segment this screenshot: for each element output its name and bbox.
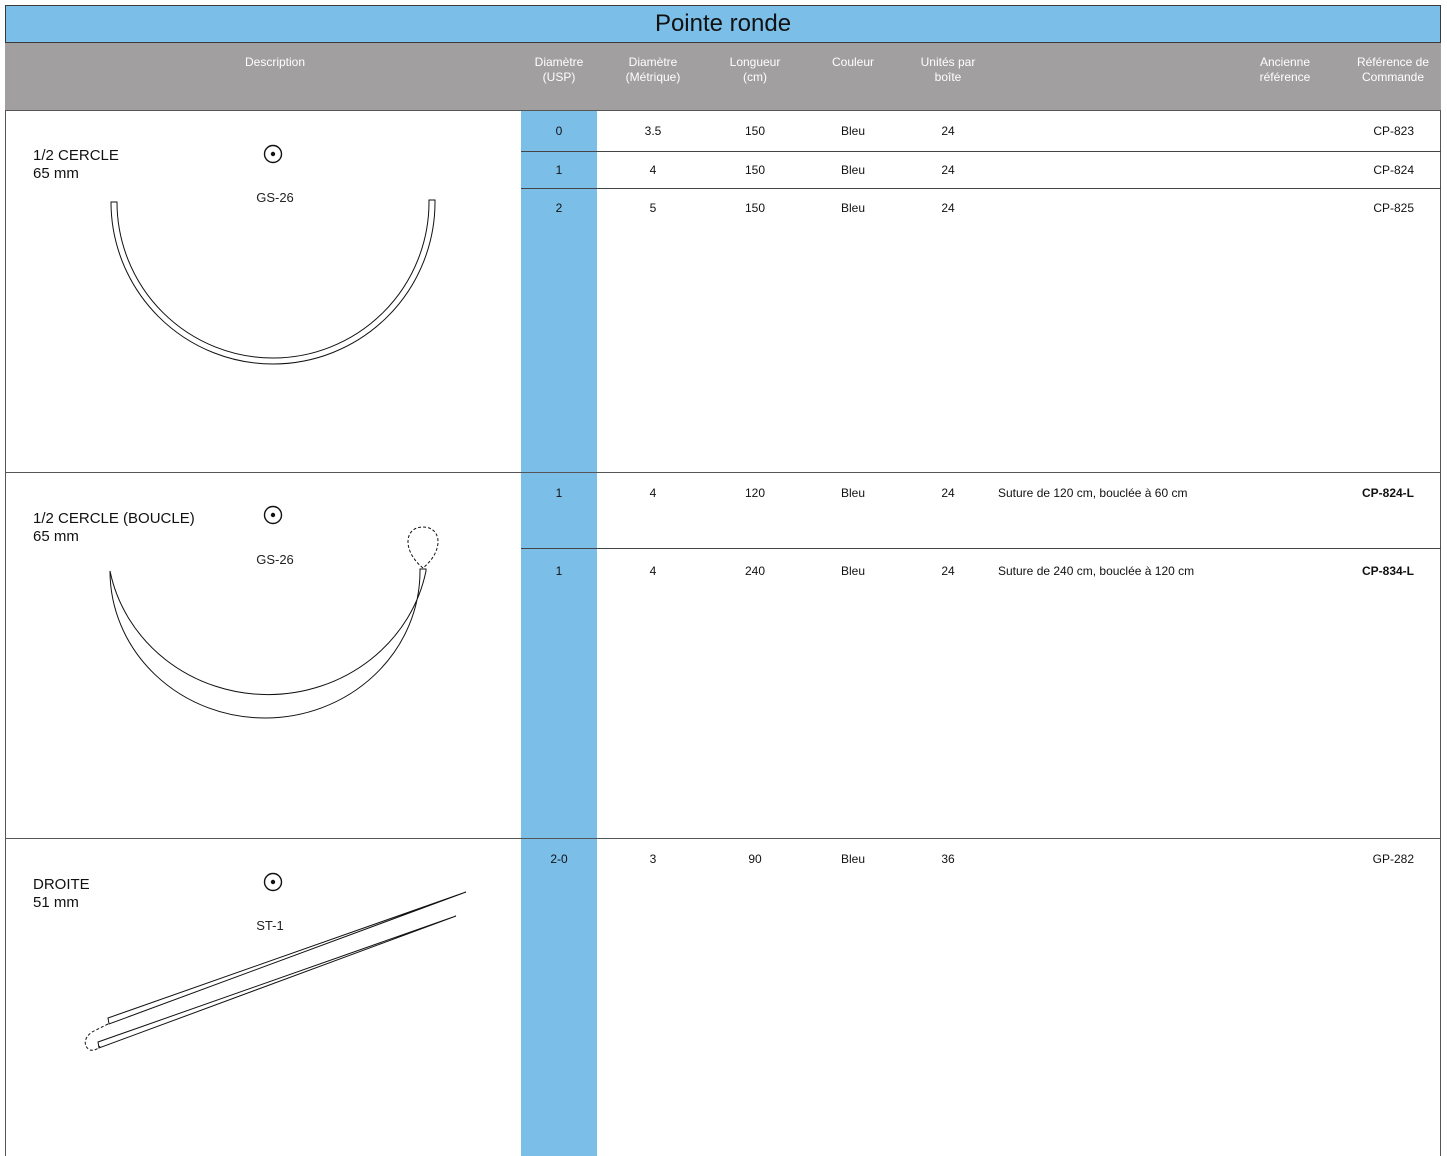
cell-units: 36 [941, 852, 955, 866]
cell-usp: 2-0 [550, 852, 568, 866]
straight-needle-drawing [84, 891, 467, 1051]
cell-color: Bleu [840, 852, 866, 866]
cell-metric: 3 [649, 852, 657, 866]
cell-order-ref: GP-282 [1372, 852, 1414, 866]
cell-length: 90 [748, 852, 762, 866]
